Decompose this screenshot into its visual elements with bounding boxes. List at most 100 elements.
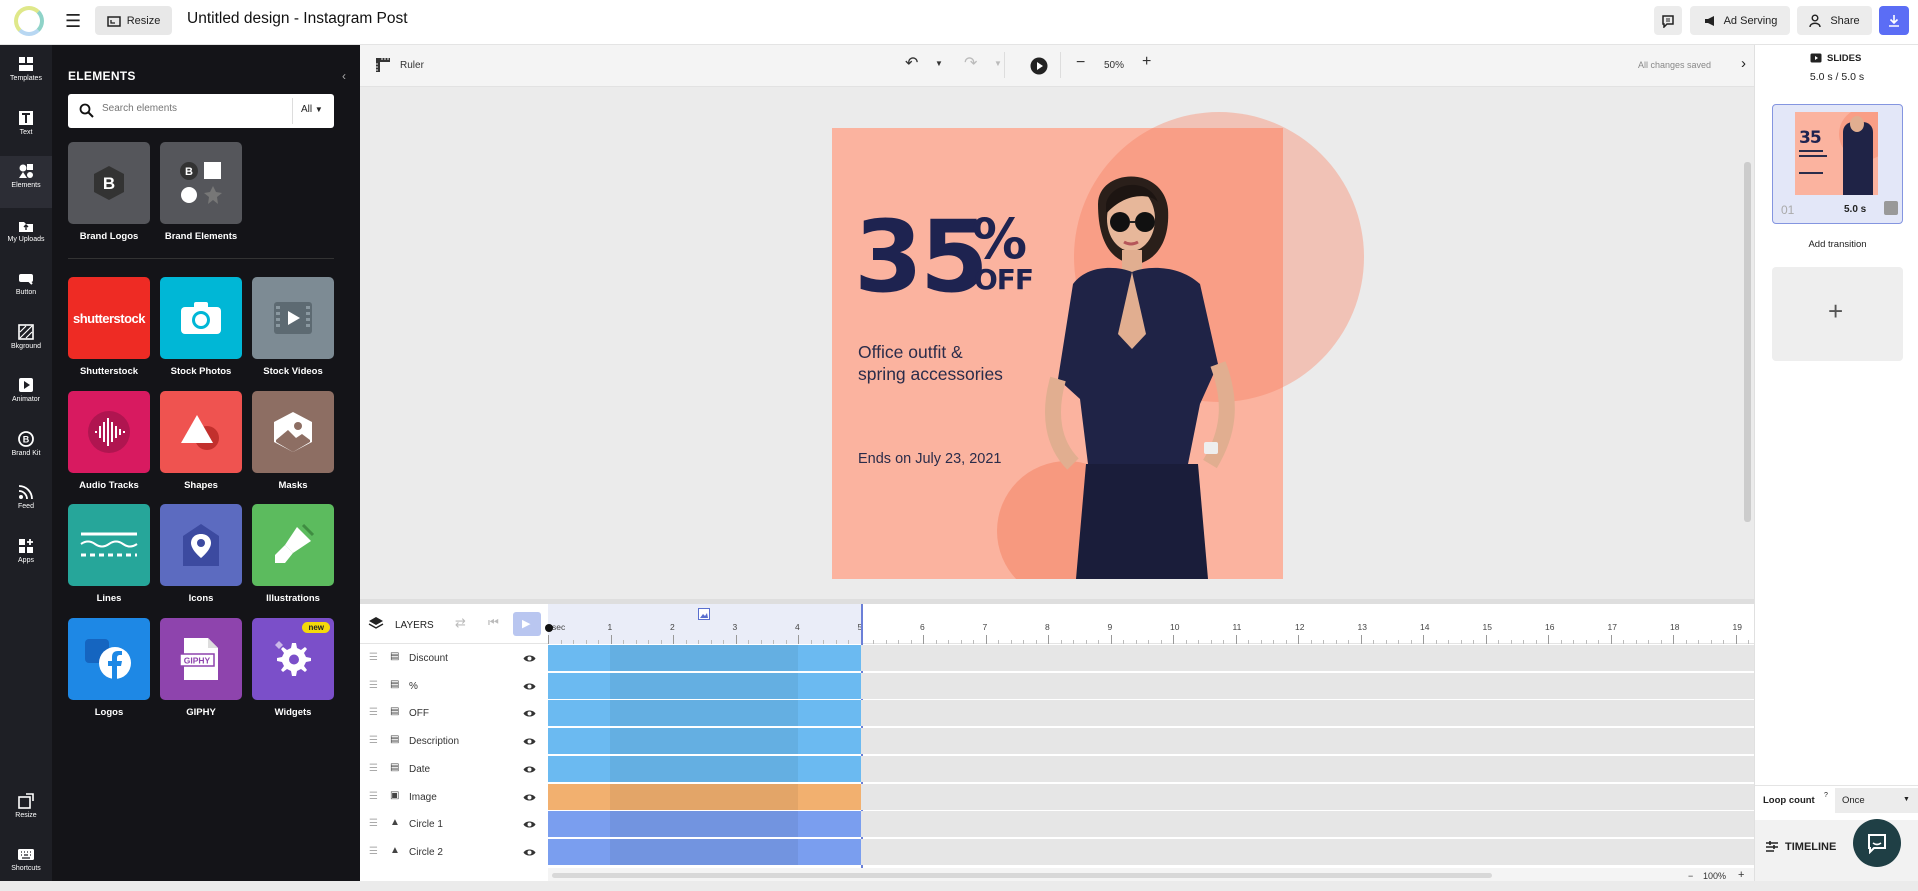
- timeline-ruler[interactable]: sec 1 2 3 4 5 6 7 8 9 10 11 12 13 14 15 16 17 18 19: [545, 604, 1787, 644]
- eye-icon[interactable]: [523, 682, 536, 691]
- layer-duration-bar[interactable]: [548, 755, 861, 782]
- shuffle-icon[interactable]: ⇄: [455, 615, 466, 631]
- timeline-zoom-out-icon[interactable]: −: [1688, 871, 1693, 881]
- comments-button[interactable]: [1654, 6, 1682, 35]
- tile-masks[interactable]: [252, 390, 334, 473]
- zoom-out-icon[interactable]: −: [1076, 54, 1085, 72]
- eye-icon[interactable]: [523, 848, 536, 857]
- layer-row[interactable]: ☰ ▤%: [360, 673, 548, 700]
- layer-duration-bar[interactable]: [548, 672, 861, 699]
- loop-count-select[interactable]: Once ▼: [1835, 788, 1918, 813]
- rail-item-elements[interactable]: Elements: [0, 156, 52, 208]
- layer-duration-bar[interactable]: [548, 645, 861, 671]
- filter-dropdown[interactable]: All ▼: [301, 104, 323, 115]
- eye-icon[interactable]: [523, 709, 536, 718]
- layer-row[interactable]: ☰ ▲ Circle 1: [360, 811, 548, 838]
- layer-row[interactable]: ☰ ▤ Description: [360, 728, 548, 755]
- layer-row[interactable]: ☰ ▲ Circle 2: [360, 839, 548, 866]
- layer-duration-bar[interactable]: [548, 700, 861, 727]
- drag-handle-icon[interactable]: ☰: [369, 735, 378, 746]
- rail-item-bkground[interactable]: Bkground: [0, 317, 52, 369]
- timeline-zoom-in-icon[interactable]: +: [1738, 869, 1744, 881]
- rail-item-brand-kit[interactable]: B Brand Kit: [0, 424, 52, 476]
- play-preview-button[interactable]: ▶: [513, 612, 541, 636]
- timeline-start-marker[interactable]: [545, 624, 553, 632]
- rail-item-resize[interactable]: Resize: [0, 786, 52, 838]
- discount-text[interactable]: 35: [854, 208, 989, 307]
- slide-duration[interactable]: 5.0 s: [1844, 204, 1866, 215]
- eye-icon[interactable]: [523, 793, 536, 802]
- download-button[interactable]: [1879, 6, 1909, 35]
- tile-lines[interactable]: [68, 504, 150, 586]
- ad-serving-button[interactable]: Ad Serving: [1690, 6, 1790, 35]
- layer-duration-bar[interactable]: [548, 783, 861, 810]
- collapse-panel-icon[interactable]: ‹: [342, 69, 346, 83]
- share-button[interactable]: Share: [1797, 6, 1872, 35]
- redo-icon[interactable]: ↷: [964, 53, 977, 73]
- eye-icon[interactable]: [523, 765, 536, 774]
- date-text[interactable]: Ends on July 23, 2021: [858, 451, 1002, 467]
- layer-row[interactable]: ☰ ▣ Image: [360, 784, 548, 811]
- eye-icon[interactable]: [523, 737, 536, 746]
- horizontal-scrollbar[interactable]: [552, 873, 1492, 878]
- rail-item-text[interactable]: Text: [0, 103, 52, 155]
- drag-handle-icon[interactable]: ☰: [369, 763, 378, 774]
- search-input[interactable]: [102, 103, 292, 114]
- resize-button[interactable]: Resize: [95, 6, 172, 35]
- slide-thumbnail[interactable]: 35 01 5.0 s: [1772, 104, 1903, 224]
- rail-item-button[interactable]: Button: [0, 263, 52, 315]
- eye-icon[interactable]: [523, 820, 536, 829]
- help-icon[interactable]: ?: [1824, 792, 1828, 799]
- drag-handle-icon[interactable]: ☰: [369, 791, 378, 802]
- rail-item-feed[interactable]: Feed: [0, 477, 52, 529]
- rail-item-apps[interactable]: Apps: [0, 531, 52, 583]
- undo-menu-chevron-icon[interactable]: ▼: [935, 59, 943, 68]
- instagram-post[interactable]: 35 % OFF Office outfit & spring accessor…: [832, 128, 1283, 579]
- rail-item-animator[interactable]: Animator: [0, 370, 52, 422]
- hamburger-menu-icon[interactable]: ☰: [65, 12, 81, 30]
- zoom-level[interactable]: 50%: [1104, 60, 1124, 71]
- zoom-in-icon[interactable]: +: [1142, 53, 1151, 71]
- rail-item-templates[interactable]: Templates: [0, 49, 52, 101]
- slide-options-icon[interactable]: [1884, 201, 1898, 215]
- undo-icon[interactable]: ↶: [905, 53, 918, 73]
- tile-widgets[interactable]: new: [252, 617, 334, 700]
- tile-brand-elements[interactable]: B: [160, 142, 242, 224]
- layer-row[interactable]: ☰ ▤ Date: [360, 756, 548, 783]
- expand-right-panel-icon[interactable]: ›: [1741, 55, 1746, 72]
- timeline-zoom-level[interactable]: 100%: [1703, 871, 1726, 881]
- layer-row[interactable]: ☰ ▤ OFF: [360, 700, 548, 727]
- chat-support-button[interactable]: [1853, 819, 1901, 867]
- ruler-label[interactable]: Ruler: [400, 60, 424, 71]
- ruler-icon[interactable]: [375, 57, 391, 73]
- drag-handle-icon[interactable]: ☰: [369, 818, 378, 829]
- tile-audio-tracks[interactable]: [68, 390, 150, 473]
- rail-item-my-uploads[interactable]: My Uploads: [0, 210, 52, 262]
- eye-icon[interactable]: [523, 654, 536, 663]
- tile-giphy[interactable]: GIPHY: [160, 617, 242, 700]
- rail-item-shortcuts[interactable]: Shortcuts: [0, 839, 52, 891]
- description-text[interactable]: Office outfit & spring accessories: [858, 341, 1003, 385]
- tile-stock-videos[interactable]: [252, 277, 334, 359]
- document-title[interactable]: Untitled design - Instagram Post: [187, 10, 408, 28]
- drag-handle-icon[interactable]: ☰: [369, 652, 378, 663]
- drag-handle-icon[interactable]: ☰: [369, 680, 378, 691]
- layer-duration-bar[interactable]: [548, 838, 861, 865]
- layer-duration-bar[interactable]: [548, 728, 861, 755]
- redo-menu-chevron-icon[interactable]: ▼: [994, 59, 1002, 68]
- tile-logos[interactable]: [68, 617, 150, 700]
- tile-icons[interactable]: [160, 504, 242, 586]
- layer-row[interactable]: ☰ ▤ Discount: [360, 645, 548, 672]
- drag-handle-icon[interactable]: ☰: [369, 846, 378, 857]
- off-text[interactable]: OFF: [974, 266, 1034, 294]
- tile-shapes[interactable]: [160, 390, 242, 473]
- percent-text[interactable]: %: [972, 212, 1027, 267]
- vertical-scrollbar[interactable]: [1744, 162, 1751, 522]
- drag-handle-icon[interactable]: ☰: [369, 707, 378, 718]
- tile-shutterstock[interactable]: shutterstock: [68, 277, 150, 359]
- add-slide-button[interactable]: +: [1772, 267, 1903, 361]
- play-icon[interactable]: [1030, 57, 1048, 75]
- skip-back-icon[interactable]: ⏮: [488, 615, 499, 630]
- layer-duration-bar[interactable]: [548, 811, 861, 838]
- add-transition-button[interactable]: Add transition: [1772, 233, 1903, 257]
